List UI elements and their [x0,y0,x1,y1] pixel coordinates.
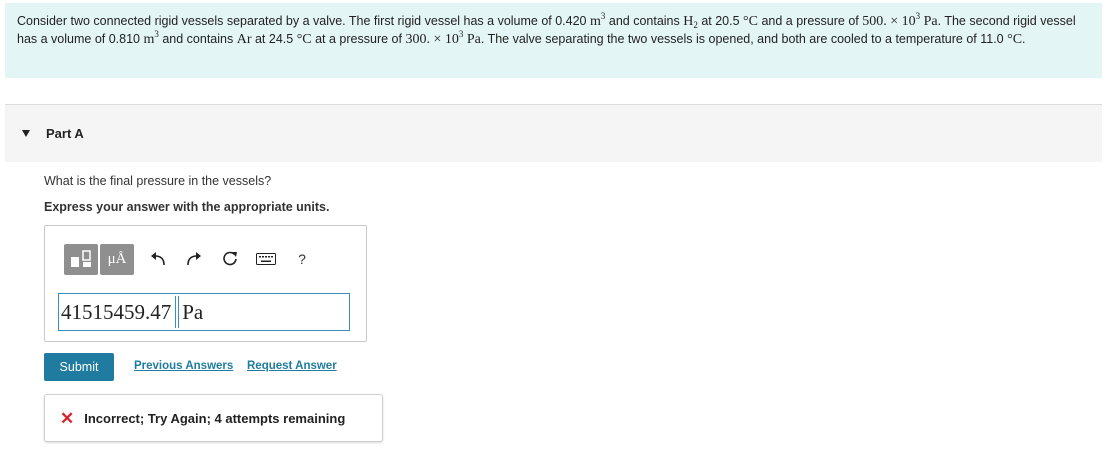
answer-value[interactable]: 41515459.47 [61,296,177,328]
feedback-message: ✕ Incorrect; Try Again; 4 attempts remai… [44,394,383,442]
reset-icon[interactable] [216,245,244,273]
x-icon: ✕ [60,408,75,428]
redo-icon[interactable] [180,245,208,273]
part-title: Part A [46,126,84,141]
help-icon[interactable]: ? [288,245,316,273]
keyboard-icon[interactable] [252,245,280,273]
answer-unit[interactable]: Pa [178,296,203,328]
instruction-text: Express your answer with the appropriate… [44,200,330,214]
math-toolbar: μÅ ? [64,243,316,275]
undo-icon[interactable] [144,245,172,273]
request-answer-link[interactable]: Request Answer [247,360,337,372]
question-text: What is the final pressure in the vessel… [44,174,272,188]
units-label: μÅ [107,250,127,267]
submit-button[interactable]: Submit [44,353,114,381]
answer-input[interactable]: 41515459.47 Pa [58,293,350,331]
units-button[interactable]: μÅ [100,243,134,275]
feedback-text: Incorrect; Try Again; 4 attempts remaini… [84,410,346,426]
answer-box: μÅ ? 41515459.47 Pa [44,225,367,342]
help-label: ? [298,251,306,267]
templates-icon[interactable] [64,243,98,275]
previous-answers-link[interactable]: Previous Answers [134,360,233,372]
problem-statement: Consider two connected rigid vessels sep… [5,3,1102,78]
collapse-caret-icon[interactable] [22,130,30,137]
part-a-header[interactable]: Part A [5,105,1102,162]
